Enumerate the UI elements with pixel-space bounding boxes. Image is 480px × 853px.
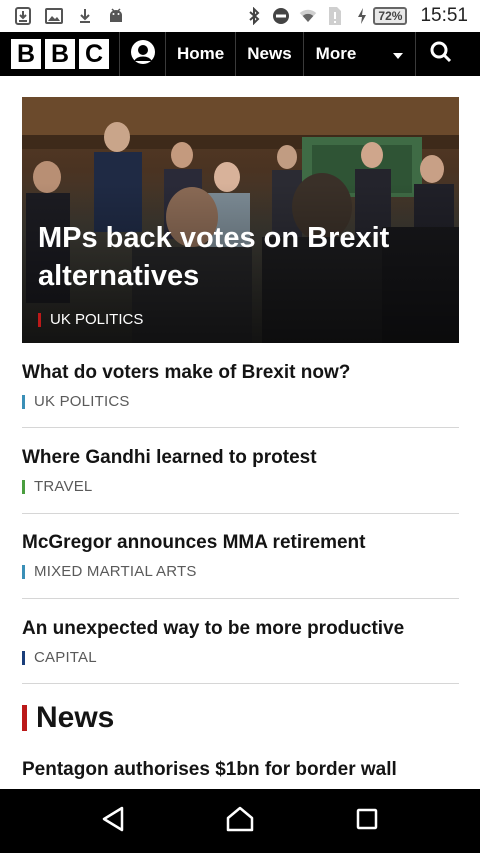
hero-headline[interactable]: MPs back votes on Brexit alternatives bbox=[38, 219, 438, 295]
battery-level: 72% bbox=[373, 7, 408, 25]
news-section-header[interactable]: News bbox=[22, 701, 114, 735]
nav-more-menu[interactable]: More bbox=[304, 32, 416, 76]
story-headline[interactable]: Pentagon authorises $1bn for border wall bbox=[22, 759, 397, 781]
section-color-bar bbox=[22, 705, 27, 731]
recents-icon bbox=[356, 808, 378, 835]
wifi-icon bbox=[299, 7, 317, 25]
android-icon bbox=[107, 7, 125, 25]
topic-color-bar bbox=[22, 394, 25, 409]
logo-letter: B bbox=[45, 39, 75, 69]
bluetooth-icon bbox=[245, 7, 263, 25]
story-topic-tag[interactable]: UK POLITICS bbox=[22, 393, 459, 410]
story-headline[interactable]: An unexpected way to be more productive bbox=[22, 617, 459, 641]
image-icon bbox=[45, 7, 63, 25]
charging-icon bbox=[353, 7, 371, 25]
story-item[interactable]: An unexpected way to be more productive … bbox=[22, 617, 459, 684]
story-headline[interactable]: What do voters make of Brexit now? bbox=[22, 361, 459, 385]
sim-alert-icon bbox=[326, 7, 344, 25]
story-headline[interactable]: Where Gandhi learned to protest bbox=[22, 446, 459, 470]
do-not-disturb-icon bbox=[272, 7, 290, 25]
story-item[interactable]: McGregor announces MMA retirement MIXED … bbox=[22, 531, 459, 599]
account-button[interactable] bbox=[120, 32, 166, 76]
story-topic-tag[interactable]: MIXED MARTIAL ARTS bbox=[22, 563, 459, 580]
story-item[interactable]: Where Gandhi learned to protest TRAVEL bbox=[22, 446, 459, 514]
story-topic-label: UK POLITICS bbox=[34, 393, 130, 410]
nav-news-link[interactable]: News bbox=[236, 32, 304, 76]
story-topic-label: MIXED MARTIAL ARTS bbox=[34, 563, 197, 580]
logo-letter: C bbox=[79, 39, 109, 69]
system-navigation-bar bbox=[0, 789, 480, 853]
hero-topic-label: UK POLITICS bbox=[50, 311, 144, 328]
download-arrow-icon bbox=[76, 7, 94, 25]
nav-more-label: More bbox=[315, 44, 357, 63]
back-icon bbox=[101, 806, 125, 837]
section-title: News bbox=[36, 701, 115, 734]
topic-color-bar bbox=[38, 312, 41, 327]
home-button[interactable] bbox=[220, 801, 260, 841]
story-headline[interactable]: McGregor announces MMA retirement bbox=[22, 531, 459, 555]
account-icon bbox=[130, 39, 156, 70]
status-bar: 72% 15:51 bbox=[0, 0, 480, 32]
clock: 15:51 bbox=[420, 5, 468, 26]
story-item[interactable]: What do voters make of Brexit now? UK PO… bbox=[22, 361, 459, 428]
story-topic-label: TRAVEL bbox=[34, 478, 93, 495]
topic-color-bar bbox=[22, 479, 25, 494]
home-icon bbox=[226, 806, 254, 837]
story-topic-label: CAPITAL bbox=[34, 649, 97, 666]
back-button[interactable] bbox=[93, 801, 133, 841]
recents-button[interactable] bbox=[347, 801, 387, 841]
download-box-icon bbox=[14, 7, 32, 25]
topic-color-bar bbox=[22, 564, 25, 579]
bbc-nav-bar: B B C Home News More bbox=[0, 32, 480, 76]
search-button[interactable] bbox=[416, 32, 466, 76]
search-icon bbox=[430, 41, 452, 68]
logo-letter: B bbox=[11, 39, 41, 69]
hero-story[interactable]: MPs back votes on Brexit alternatives UK… bbox=[22, 97, 459, 343]
topic-color-bar bbox=[22, 650, 25, 665]
story-topic-tag[interactable]: CAPITAL bbox=[22, 649, 459, 666]
story-topic-tag[interactable]: TRAVEL bbox=[22, 478, 459, 495]
nav-home-link[interactable]: Home bbox=[166, 32, 237, 76]
caret-down-icon bbox=[392, 44, 403, 64]
bbc-logo[interactable]: B B C bbox=[0, 32, 120, 76]
hero-topic-tag[interactable]: UK POLITICS bbox=[38, 311, 143, 328]
